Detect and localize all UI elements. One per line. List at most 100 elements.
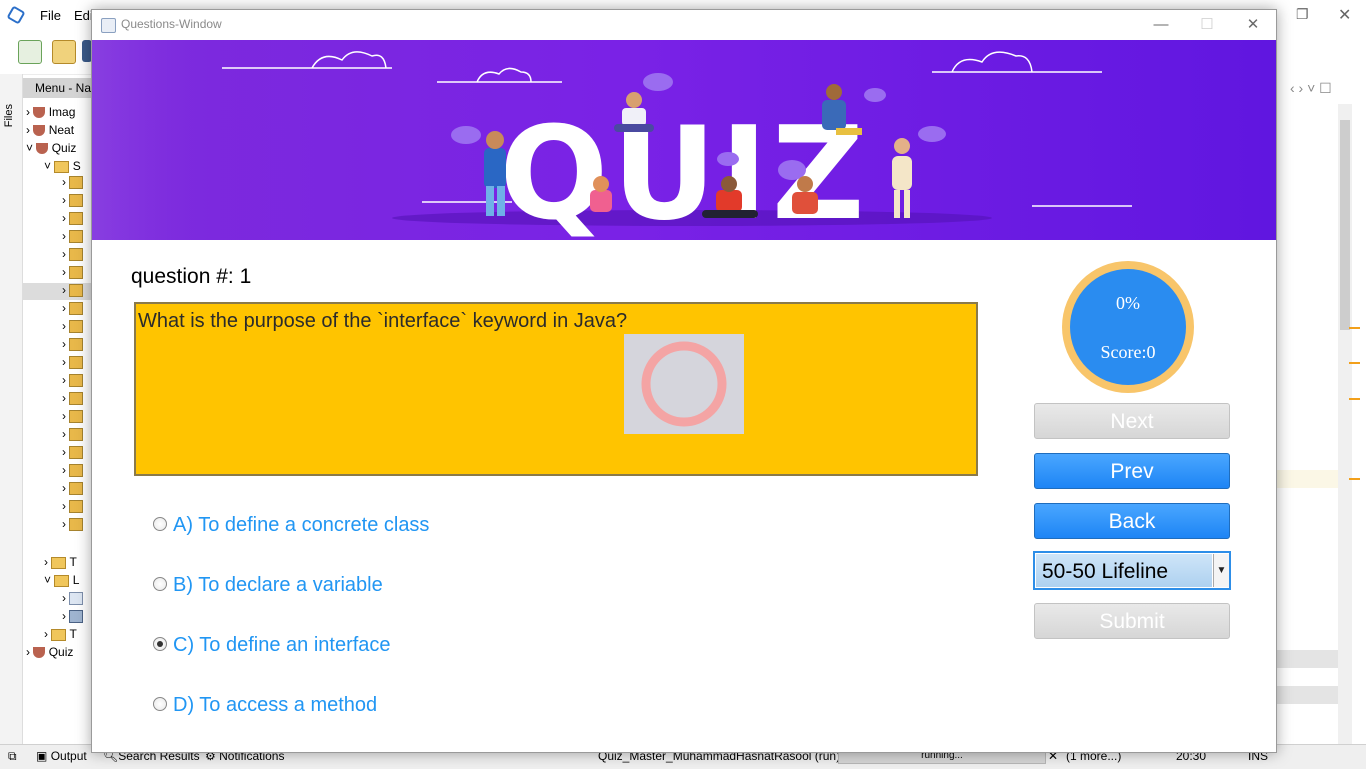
question-box: What is the purpose of the `interface` k… [134, 302, 978, 476]
folder-icon [54, 574, 70, 587]
option-a-label[interactable]: A) To define a concrete class [173, 514, 429, 536]
editor-nav-arrows[interactable]: ‹ › ˅ ☐ [1290, 80, 1332, 97]
submit-button[interactable]: Submit [1034, 603, 1230, 639]
option-d-label[interactable]: D) To access a method [173, 694, 377, 716]
package-icon [69, 176, 84, 190]
lifeline-select-value-area[interactable]: 50-50 Lifeline [1036, 554, 1212, 587]
lifeline-select-value: 50-50 Lifeline [1042, 560, 1169, 583]
tree-item-label: L [72, 573, 80, 587]
error-stripe-mark[interactable] [1349, 362, 1360, 364]
output-label: Output [50, 749, 87, 763]
tree-item[interactable]: › [62, 607, 84, 625]
package-icon [69, 356, 84, 370]
tree-item[interactable]: ˅ L [44, 571, 79, 589]
new-project-icon[interactable] [52, 40, 76, 64]
quiz-logo-text: QUIZ [499, 100, 868, 240]
ide-left-strip [0, 74, 23, 744]
package-icon [69, 230, 84, 244]
menu-file[interactable]: File [40, 8, 61, 23]
questions-window: Questions-Window — ☐ ✕ QUIZ question #: … [91, 9, 1277, 753]
files-tab[interactable]: Files [3, 104, 15, 127]
error-stripe-mark[interactable] [1349, 398, 1360, 400]
package-icon [69, 446, 84, 460]
tree-item[interactable]: › Neat [26, 121, 74, 139]
tree-item[interactable]: › Quiz [26, 643, 73, 661]
jdk-icon [69, 610, 84, 624]
editor-highlight [1276, 686, 1338, 704]
tree-item[interactable]: › Imag [26, 103, 75, 121]
ide-restore-icon[interactable]: ❐ [1296, 6, 1309, 23]
window-titlebar[interactable]: Questions-Window — ☐ ✕ [92, 10, 1276, 40]
loading-spinner [624, 334, 744, 434]
tree-item[interactable]: ˅ Quiz [26, 139, 76, 157]
folder-icon [51, 556, 67, 569]
folder-icon [54, 160, 70, 173]
question-number: question #: 1 [131, 265, 252, 288]
next-button[interactable]: Next [1034, 403, 1230, 439]
option-b[interactable]: B) To declare a variable [153, 574, 383, 602]
editor-area [1276, 74, 1366, 744]
new-file-icon[interactable] [18, 40, 42, 64]
tree-item-label: Quiz [51, 141, 77, 155]
menu-edit[interactable]: Edi [74, 8, 93, 23]
package-icon [69, 374, 84, 388]
option-b-label[interactable]: B) To declare a variable [173, 574, 383, 596]
error-stripe-mark[interactable] [1349, 478, 1360, 480]
option-c[interactable]: C) To define an interface [153, 634, 391, 662]
package-icon [69, 266, 84, 280]
library-icon [69, 592, 84, 606]
prev-button[interactable]: Prev [1034, 453, 1230, 489]
score-label: Score:0 [1100, 342, 1156, 362]
package-icon [69, 392, 84, 406]
option-c-label[interactable]: C) To define an interface [173, 634, 391, 656]
quiz-banner-illustration: QUIZ [92, 40, 1132, 240]
tree-item-label: T [69, 627, 77, 641]
option-d-radio[interactable] [153, 696, 167, 711]
package-icon [69, 482, 84, 496]
package-icon [69, 212, 84, 226]
tree-item[interactable]: › T [44, 553, 77, 571]
option-b-radio[interactable] [153, 576, 167, 591]
ide-close-icon[interactable]: ✕ [1338, 5, 1351, 25]
tree-item[interactable]: › T [44, 625, 77, 643]
package-icon [69, 518, 84, 532]
folder-icon [51, 628, 67, 641]
panel-restore-icon[interactable]: ⧉ [8, 749, 17, 764]
package-icon [69, 464, 84, 478]
editor-scroll-thumb[interactable] [1340, 120, 1350, 330]
option-a[interactable]: A) To define a concrete class [153, 514, 429, 542]
java-app-icon [101, 18, 116, 33]
back-button[interactable]: Back [1034, 503, 1230, 539]
progress-gauge [1062, 261, 1194, 393]
dropdown-arrow-icon[interactable]: ▼ [1213, 554, 1229, 587]
package-icon [69, 302, 84, 316]
coffee-cup-icon [36, 143, 49, 155]
option-a-radio[interactable] [153, 516, 167, 531]
quiz-banner: QUIZ [92, 40, 1276, 240]
coffee-cup-icon [33, 125, 46, 137]
progress-percent: 0% [1116, 293, 1140, 313]
package-icon [69, 284, 84, 298]
package-icon [69, 428, 84, 442]
minimize-button[interactable]: — [1138, 10, 1184, 40]
close-button[interactable]: ✕ [1230, 10, 1276, 40]
package-icon [69, 500, 84, 514]
tree-item[interactable]: › [62, 589, 84, 607]
tree-item-label: Imag [48, 105, 76, 119]
maximize-button[interactable]: ☐ [1184, 10, 1230, 40]
projects-panel-header[interactable]: Menu - Na [23, 78, 93, 98]
package-icon [69, 338, 84, 352]
error-stripe-mark[interactable] [1349, 327, 1360, 329]
output-icon: ▣ [36, 749, 48, 763]
option-c-radio[interactable] [153, 636, 167, 651]
tree-item-label: Quiz [48, 645, 74, 659]
coffee-cup-icon [33, 107, 46, 119]
package-icon [69, 194, 84, 208]
banner-texture [92, 40, 232, 240]
spinner-ring-icon [641, 341, 727, 427]
lifeline-select[interactable]: 50-50 Lifeline ▼ [1033, 551, 1231, 590]
option-d[interactable]: D) To access a method [153, 694, 377, 722]
tree-item[interactable]: ˅ S [44, 157, 81, 175]
window-title: Questions-Window [121, 17, 222, 31]
output-tab[interactable]: ▣ Output [36, 749, 87, 763]
